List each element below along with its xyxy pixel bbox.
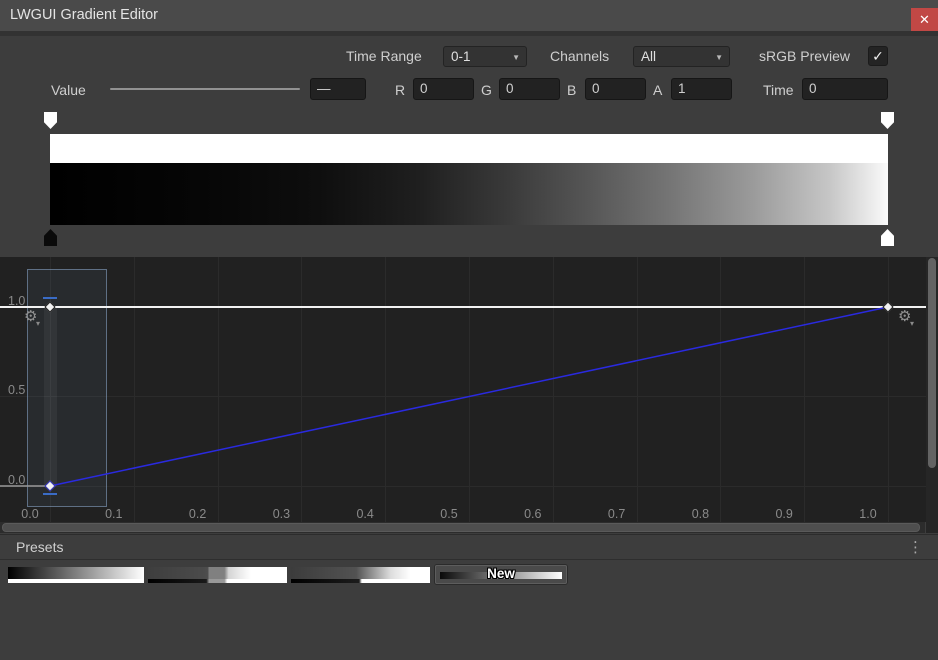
preset-gradient (291, 567, 430, 579)
b-field[interactable]: 0 (585, 78, 646, 100)
channels-value: All (641, 49, 656, 64)
time-range-label: Time Range (346, 48, 422, 64)
time-field[interactable]: 0 (802, 78, 888, 100)
channels-label: Channels (550, 48, 609, 64)
x-axis-tick: 0.9 (770, 507, 798, 521)
vertical-scrollbar-thumb[interactable] (928, 258, 936, 468)
x-axis-tick: 0.5 (435, 507, 463, 521)
horizontal-scrollbar[interactable] (0, 522, 925, 533)
g-field[interactable]: 0 (499, 78, 560, 100)
chevron-down-icon: ▼ (512, 53, 520, 62)
presets-header: Presets ⋮ (0, 534, 938, 560)
b-label: B (567, 82, 576, 98)
a-label: A (653, 82, 662, 98)
key-selection-tick-bottom (43, 493, 57, 495)
x-axis-tick: 0.1 (100, 507, 128, 521)
channels-dropdown[interactable]: All ▼ (633, 46, 730, 67)
presets-title: Presets (16, 539, 63, 555)
window-title: LWGUI Gradient Editor (10, 7, 158, 23)
r-label: R (395, 82, 405, 98)
alpha-marker-end[interactable] (881, 112, 894, 129)
preset-swatch-2[interactable] (148, 567, 287, 583)
preset-swatch-1[interactable] (8, 567, 144, 583)
r-field[interactable]: 0 (413, 78, 474, 100)
title-bar: LWGUI Gradient Editor (0, 0, 938, 31)
x-axis-tick: 0.0 (16, 507, 44, 521)
color-marker-end[interactable] (881, 229, 894, 246)
x-axis-tick: 0.4 (351, 507, 379, 521)
x-axis-tick: 0.7 (603, 507, 631, 521)
key-options-gear-icon-right[interactable]: ⚙ ▾ (898, 309, 918, 327)
x-axis-tick: 1.0 (854, 507, 882, 521)
srgb-preview-label: sRGB Preview (759, 48, 850, 64)
value-field[interactable]: — (310, 78, 366, 100)
y-axis-tick: 0.5 (8, 383, 38, 397)
a-field[interactable]: 1 (671, 78, 732, 100)
chevron-down-icon: ▼ (715, 53, 723, 62)
preset-alpha-strip (291, 579, 430, 583)
preset-alpha-strip (148, 579, 287, 583)
new-preset-button[interactable]: New (434, 564, 568, 585)
x-axis-tick: 0.2 (184, 507, 212, 521)
time-range-value: 0-1 (451, 49, 471, 64)
alpha-marker-start[interactable] (44, 112, 57, 129)
y-axis-tick: 1.0 (8, 294, 38, 308)
curve-editor[interactable]: ⚙ ▾ ⚙ ▾ 1.0 0.5 0.0 0.0 0.1 0.2 0.3 0.4 0.5 0.… (0, 257, 938, 522)
y-axis-tick: 0.0 (8, 473, 38, 487)
alpha-preview-strip[interactable] (50, 134, 888, 163)
check-icon: ✓ (872, 48, 884, 64)
preset-swatch-3[interactable] (291, 567, 430, 583)
chevron-down-icon: ▾ (910, 316, 914, 332)
srgb-preview-checkbox[interactable]: ✓ (868, 46, 888, 66)
value-curve-line (50, 307, 888, 486)
x-axis-tick: 0.8 (686, 507, 714, 521)
x-axis-tick: 0.3 (267, 507, 295, 521)
vertical-scrollbar[interactable] (926, 257, 938, 533)
new-preset-label: New (435, 566, 567, 581)
color-marker-start[interactable] (44, 229, 57, 246)
time-label: Time (763, 82, 794, 98)
preset-gradient (8, 567, 144, 579)
curve-plot (0, 257, 938, 522)
gradient-editor-window: LWGUI Gradient Editor ✕ Time Range 0-1 ▼… (0, 0, 938, 660)
preset-gradient (148, 567, 287, 579)
value-label: Value (51, 82, 86, 98)
preset-alpha-strip (8, 579, 144, 583)
gradient-preview-strip[interactable] (50, 163, 888, 225)
value-slider[interactable] (110, 88, 300, 90)
close-button[interactable]: ✕ (911, 8, 938, 31)
key-options-gear-icon-left[interactable]: ⚙ ▾ (24, 309, 44, 327)
x-axis-tick: 0.6 (519, 507, 547, 521)
time-range-dropdown[interactable]: 0-1 ▼ (443, 46, 527, 67)
horizontal-scrollbar-thumb[interactable] (2, 523, 920, 532)
kebab-menu-icon[interactable]: ⋮ (908, 538, 923, 556)
title-separator (0, 31, 938, 36)
key-selection-tick-top (43, 297, 57, 299)
g-label: G (481, 82, 492, 98)
chevron-down-icon: ▾ (36, 316, 40, 332)
